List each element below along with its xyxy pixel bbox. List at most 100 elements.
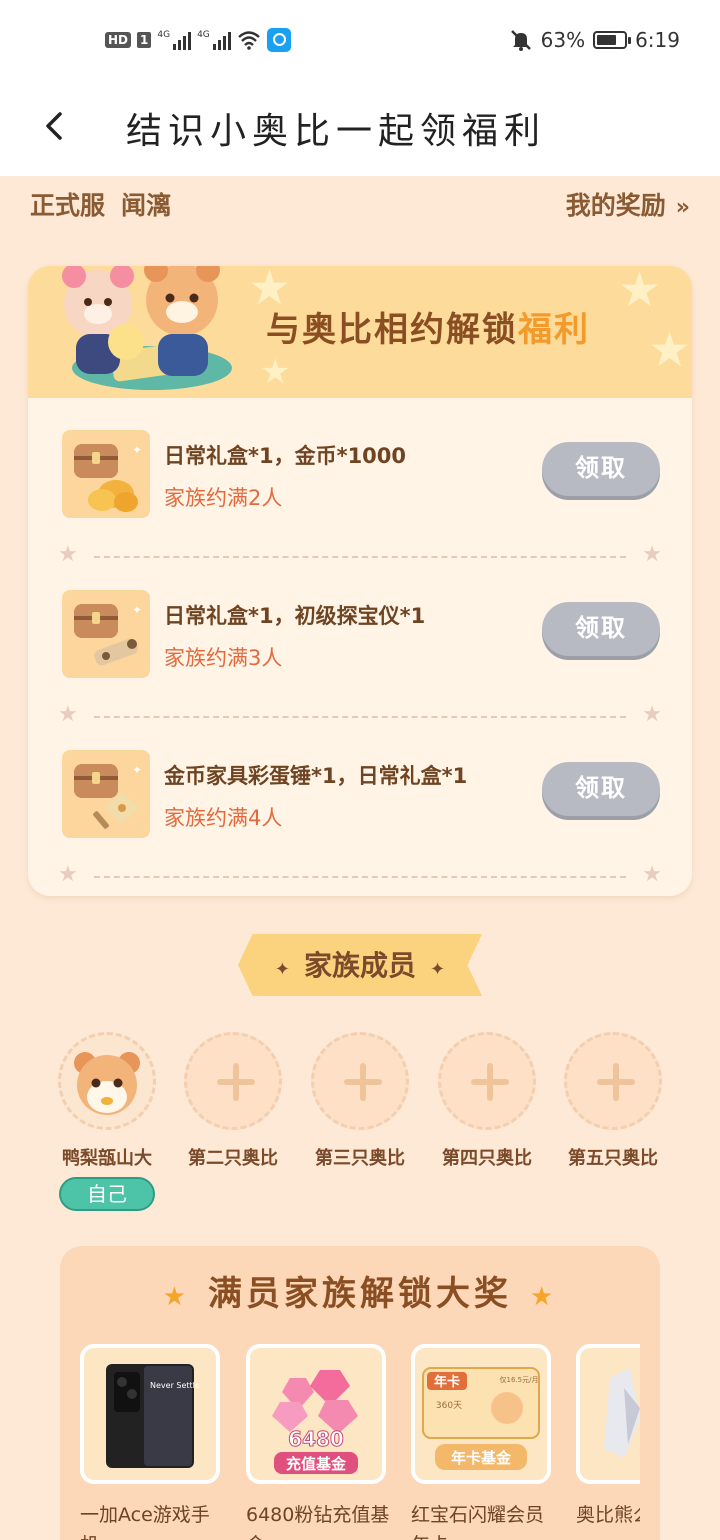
status-bar: HD 1 4G 4G 63% 6:19 <box>0 0 720 84</box>
star-decoration-icon: ★ <box>260 352 291 392</box>
prize-item[interactable]: 6480 充值基金 6480粉钻充值基金 <box>246 1344 390 1540</box>
svg-text:✦: ✦ <box>132 763 142 777</box>
member-name: 第二只奥比 <box>188 1148 278 1169</box>
star-icon: ★ <box>58 862 78 887</box>
star-icon: ★ <box>642 702 662 727</box>
double-chevron-right-icon: » <box>675 195 690 220</box>
prize-item[interactable]: Never Settle 一加Ace游戏手机 <box>80 1344 220 1540</box>
add-member-slot[interactable] <box>438 1032 536 1130</box>
server-info: 正式服 闻漓 <box>30 186 171 222</box>
avatar <box>58 1032 156 1130</box>
banner-title: 与奥比相约解锁福利 <box>266 310 590 350</box>
svg-text:充值基金: 充值基金 <box>286 1455 347 1473</box>
family-member-self[interactable]: 鸭梨瓿山大 <box>52 1032 162 1170</box>
add-member-slot[interactable] <box>184 1032 282 1130</box>
bear-characters-illustration <box>62 266 232 390</box>
reward-thumbnail: ✦ <box>62 750 150 838</box>
pink-diamond-image: 6480 充值基金 <box>246 1344 386 1484</box>
annual-card-image: 年卡 360天 仅16.5元/月 年卡基金 <box>411 1344 551 1484</box>
reward-name: 日常礼盒*1，金币*1000 <box>164 444 407 468</box>
svg-text:✦: ✦ <box>132 603 142 617</box>
svg-text:360天: 360天 <box>436 1401 462 1411</box>
star-icon: ★ <box>162 1282 190 1312</box>
svg-text:✦: ✦ <box>132 443 142 457</box>
sparkle-icon: ✦ <box>430 959 446 980</box>
prize-name: 一加Ace游戏手机 <box>80 1504 210 1540</box>
prize-name: 奥比熊么 <box>576 1504 640 1526</box>
my-rewards-label: 我的奖励 <box>565 191 666 220</box>
search-app-icon <box>266 28 291 52</box>
clock: 6:19 <box>635 28 680 52</box>
battery-percent: 63% <box>540 28 586 52</box>
back-arrow-icon[interactable] <box>40 106 70 146</box>
self-badge: 自己 <box>59 1177 155 1211</box>
divider: ★ ★ <box>58 862 662 887</box>
family-member-slot[interactable]: 第三只奥比 <box>305 1032 415 1170</box>
reward-row: ✦ 金币家具彩蛋锤*1，日常礼盒*1 家族约满4人 领取 <box>28 750 692 850</box>
star-decoration-icon: ★ <box>618 266 662 318</box>
svg-text:年卡: 年卡 <box>434 1374 460 1390</box>
app-header: 结识小奥比一起领福利 <box>0 84 720 176</box>
reward-row: ✦ 日常礼盒*1，金币*1000 家族约满2人 领取 <box>28 430 692 530</box>
reward-thumbnail: ✦ <box>62 590 150 678</box>
reward-row: ✦ 日常礼盒*1，初级探宝仪*1 家族约满3人 领取 <box>28 590 692 690</box>
claim-button[interactable]: 领取 <box>542 442 660 496</box>
reward-name: 日常礼盒*1，初级探宝仪*1 <box>164 604 426 628</box>
add-member-slot[interactable] <box>564 1032 662 1130</box>
grand-prize-title-row: ★ 满员家族解锁大奖 ★ <box>60 1266 660 1315</box>
signal-icon: 4G <box>197 30 231 50</box>
family-members-header: ✦ 家族成员 ✦ <box>238 934 482 996</box>
prize-item[interactable]: 年卡 360天 仅16.5元/月 年卡基金 红宝石闪耀会员年卡 <box>411 1344 551 1540</box>
svg-text:仅16.5元/月: 仅16.5元/月 <box>500 1375 539 1384</box>
bear-avatar-icon <box>74 1052 140 1115</box>
svg-text:6480: 6480 <box>288 1427 344 1451</box>
family-member-slot[interactable]: 第二只奥比 <box>178 1032 288 1170</box>
mute-bell-icon <box>510 30 531 51</box>
server-name: 正式服 <box>30 191 106 220</box>
divider: ★ ★ <box>58 542 662 567</box>
member-name: 第四只奥比 <box>442 1148 532 1169</box>
svg-text:年卡基金: 年卡基金 <box>451 1449 512 1467</box>
bear-figure-image <box>576 1344 640 1484</box>
rewards-card: ★ ★ ★ ★ 与奥比相约解锁福利 ✦ 日常礼盒*1，金币*1000 家族约满2… <box>28 266 692 896</box>
grand-prize-title: 满员家族解锁大奖 <box>208 1274 512 1314</box>
sparkle-icon: ✦ <box>274 959 290 980</box>
hd-indicator: HD <box>105 32 132 48</box>
reward-thumbnail: ✦ <box>62 430 150 518</box>
my-rewards-link[interactable]: 我的奖励 » <box>566 186 690 222</box>
treasure-chest-coins-icon: ✦ <box>74 443 142 512</box>
wifi-icon <box>237 31 260 50</box>
star-icon: ★ <box>530 1282 558 1312</box>
family-member-slot[interactable]: 第五只奥比 <box>558 1032 668 1170</box>
add-member-slot[interactable] <box>311 1032 409 1130</box>
star-icon: ★ <box>642 542 662 567</box>
sim-indicator: 1 <box>137 32 152 48</box>
family-members-title: 家族成员 <box>303 949 416 982</box>
reward-condition: 家族约满2人 <box>164 486 283 510</box>
grand-prize-panel: ★ 满员家族解锁大奖 ★ Never Settle 一加Ace游戏手机 6480 <box>60 1246 660 1540</box>
member-name: 鸭梨瓿山大 <box>62 1148 152 1169</box>
prize-item[interactable]: 奥比熊么 <box>576 1344 640 1530</box>
star-icon: ★ <box>58 702 78 727</box>
star-icon: ★ <box>642 862 662 887</box>
prize-name: 6480粉钻充值基金 <box>246 1504 390 1540</box>
page-title: 结识小奥比一起领福利 <box>126 111 547 152</box>
reward-condition: 家族约满3人 <box>164 646 283 670</box>
svg-text:Never Settle: Never Settle <box>150 1381 200 1390</box>
signal-icon: 4G <box>157 30 192 50</box>
member-name: 第五只奥比 <box>568 1148 658 1169</box>
prize-name: 红宝石闪耀会员年卡 <box>411 1504 545 1540</box>
player-name: 闻漓 <box>121 191 172 220</box>
battery-icon <box>593 31 632 49</box>
family-member-slot[interactable]: 第四只奥比 <box>432 1032 542 1170</box>
star-icon: ★ <box>58 542 78 567</box>
reward-condition: 家族约满4人 <box>164 806 283 830</box>
claim-button[interactable]: 领取 <box>542 762 660 816</box>
phone-image: Never Settle <box>80 1344 220 1484</box>
star-decoration-icon: ★ <box>648 322 692 378</box>
claim-button[interactable]: 领取 <box>542 602 660 656</box>
reward-name: 金币家具彩蛋锤*1，日常礼盒*1 <box>164 764 468 788</box>
member-name: 第三只奥比 <box>315 1148 405 1169</box>
treasure-chest-hammer-icon: ✦ <box>74 763 142 829</box>
treasure-chest-detector-icon: ✦ <box>74 603 142 666</box>
